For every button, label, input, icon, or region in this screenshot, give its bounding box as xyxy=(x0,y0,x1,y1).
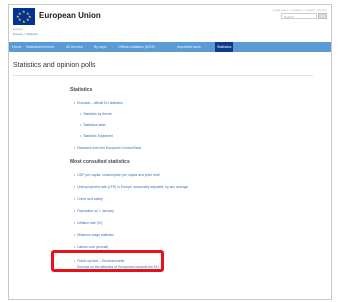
list-item[interactable]: • Inflation rate (%) xyxy=(74,221,102,225)
nav-item-official-statistics[interactable]: Official statistics (MOS) xyxy=(118,42,155,52)
nav-item-by-topic[interactable]: By topic xyxy=(94,42,107,52)
list-item[interactable]: • Statistics Explained xyxy=(80,134,113,138)
search-button[interactable] xyxy=(318,13,327,19)
top-utility-links[interactable]: Legal notice | Cookies | Contact | Searc… xyxy=(273,8,327,12)
list-item-label[interactable]: Population on 1 January xyxy=(77,209,114,213)
list-item-label[interactable]: GDP per capita, consumption per capita a… xyxy=(77,173,160,177)
title-divider xyxy=(13,75,313,76)
list-item[interactable]: • Eurostat – official EU statistics xyxy=(74,101,123,105)
list-item-label[interactable]: Minimum wage statistics xyxy=(77,233,114,237)
list-item-label[interactable]: Crime and safety xyxy=(77,197,103,201)
site-subtitle: Europa xyxy=(13,27,23,31)
red-highlight-box xyxy=(51,250,164,272)
list-item-label[interactable]: Research from the European Central Bank xyxy=(77,146,141,150)
list-item-label[interactable]: Eurostat – official EU statistics xyxy=(77,101,123,105)
nav-item-statistical-themes[interactable]: Statistical themes xyxy=(26,42,54,52)
list-item-label[interactable]: Statistics Explained xyxy=(83,134,112,138)
eu-flag-logo[interactable]: ★ ★ ★ ★ ★ ★ ★ ★ xyxy=(13,8,35,25)
site-header: ★ ★ ★ ★ ★ ★ ★ ★ European Union Europa Le… xyxy=(9,5,331,37)
list-item-label[interactable]: Statistical atlas xyxy=(83,123,106,127)
list-item[interactable]: • Statistics by theme xyxy=(80,112,112,116)
list-item[interactable]: • Crime and safety xyxy=(74,197,103,201)
section-heading-statistics: Statistics xyxy=(70,87,93,93)
list-item-label[interactable]: Unemployment rate (LFS) in Europe, seaso… xyxy=(77,185,188,189)
list-item[interactable]: • GDP per capita, consumption per capita … xyxy=(74,173,160,177)
list-item[interactable]: • Research from the European Central Bank xyxy=(74,146,141,150)
breadcrumb[interactable]: Europa > Statistics xyxy=(13,32,38,36)
section-heading-most-consulted: Most consulted statistics xyxy=(70,159,130,165)
list-item[interactable]: • Statistical atlas xyxy=(80,123,106,127)
page-title: Statistics and opinion polls xyxy=(13,62,96,69)
main-navigation-bar: Home Statistical themes All themes By to… xyxy=(9,42,331,52)
list-item-label[interactable]: Inflation rate (%) xyxy=(77,221,102,225)
nav-item-important-facts[interactable]: Important facts xyxy=(177,42,201,52)
nav-item-all-themes[interactable]: All themes xyxy=(66,42,83,52)
nav-item-statistics-active[interactable]: Statistics xyxy=(215,42,234,52)
list-item[interactable]: • Population on 1 January xyxy=(74,209,114,213)
list-item[interactable]: • Minimum wage statistics xyxy=(74,233,114,237)
list-item[interactable]: • Unemployment rate (LFS) in Europe, seas… xyxy=(74,185,188,189)
list-item[interactable]: • Labour cost (annual) xyxy=(74,245,108,249)
search-input[interactable]: Search xyxy=(281,13,317,19)
list-item-label[interactable]: Statistics by theme xyxy=(83,112,111,116)
nav-item-home[interactable]: Home xyxy=(12,42,22,52)
site-title[interactable]: European Union xyxy=(39,11,101,20)
list-item-label[interactable]: Labour cost (annual) xyxy=(77,245,108,249)
